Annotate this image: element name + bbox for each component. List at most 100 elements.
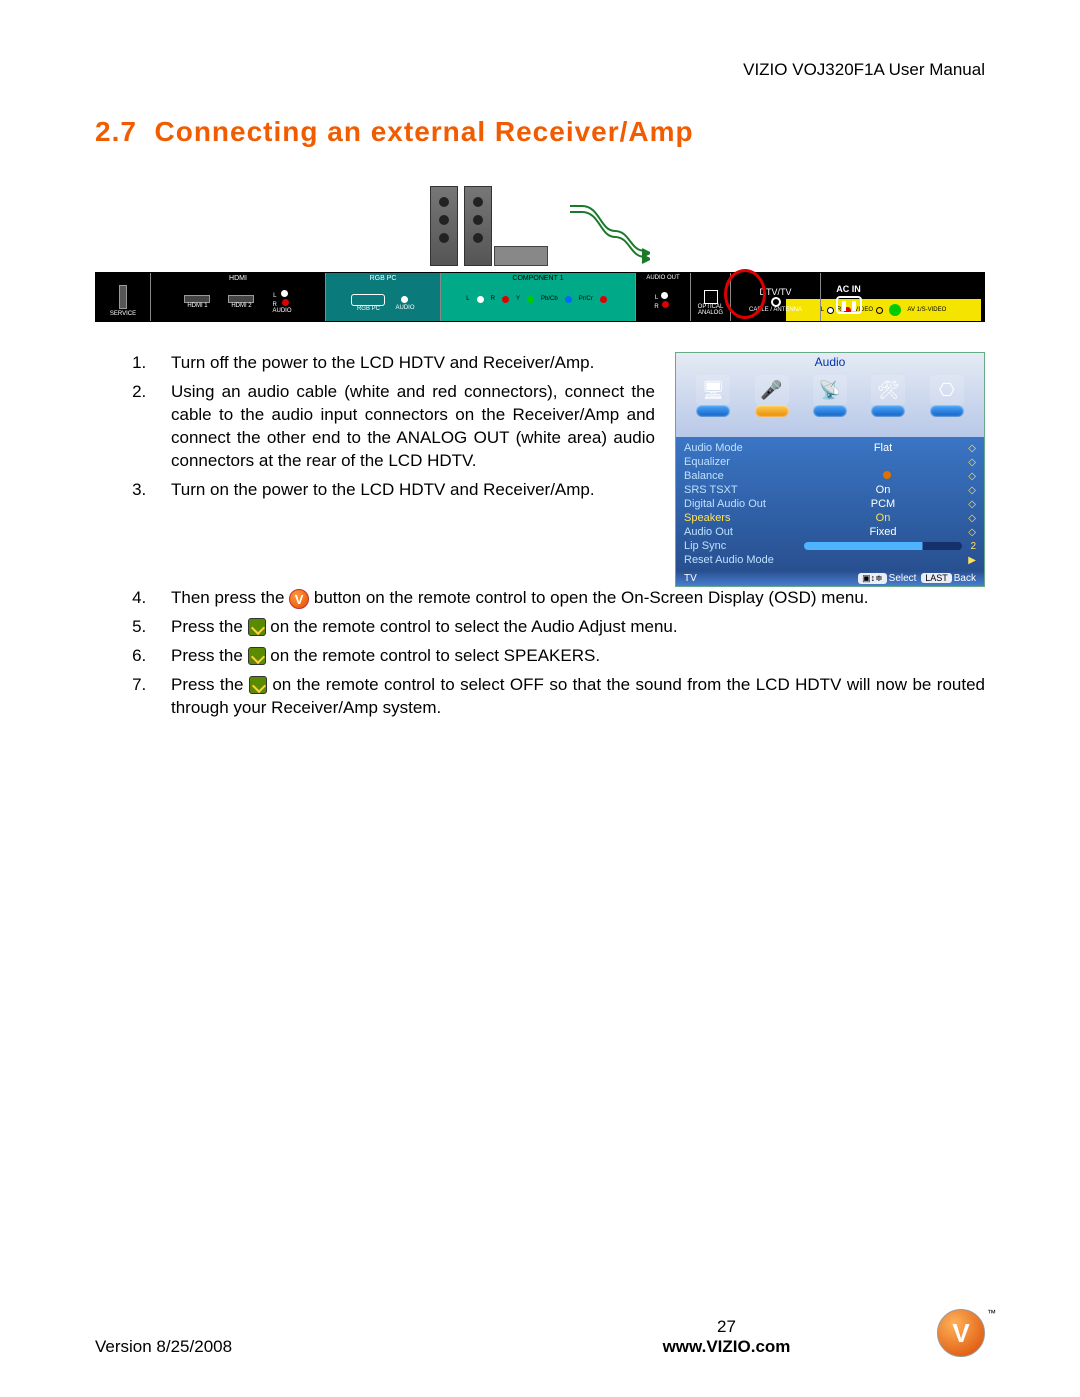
osd-row-label: Balance <box>684 470 804 482</box>
footer-page-number: 27 <box>516 1317 937 1337</box>
osd-row-indicator: ◇ <box>962 513 976 524</box>
rca-cable-icon <box>560 196 650 266</box>
osd-row-indicator: ◇ <box>962 457 976 468</box>
footer-version: Version 8/25/2008 <box>95 1337 516 1357</box>
osd-row-value: Flat <box>804 442 962 454</box>
lbl-comp-pr: Pr/Cr <box>579 296 593 302</box>
lbl-comp-r: R <box>491 296 495 302</box>
osd-tab-picture-icon: 🖥 <box>696 375 730 405</box>
osd-row-indicator: 2 <box>962 541 976 552</box>
lbl-comp-l: L <box>466 296 469 302</box>
osd-lipsync-slider <box>804 542 962 550</box>
step-7-text-a: Press the <box>171 675 249 694</box>
osd-row-label: SRS TSXT <box>684 484 804 496</box>
osd-row-value-highlight: On <box>804 512 962 524</box>
osd-row-label: Digital Audio Out <box>684 498 804 510</box>
osd-row-label: Audio Mode <box>684 442 804 454</box>
step-6-text-b: on the remote control to select SPEAKERS… <box>270 646 600 665</box>
osd-tab-parental-icon: ⎔ <box>930 375 964 405</box>
lbl-comp-y: Y <box>516 296 520 302</box>
step-5-text-b: on the remote control to select the Audi… <box>270 617 677 636</box>
label-av: AV 1/S-VIDEO <box>907 307 946 313</box>
label-service: SERVICE <box>110 311 136 317</box>
rear-port-panel: SERVICE HDMI HDMI 1 HDMI 2 L R AUDIO RGB… <box>95 272 985 322</box>
osd-row-indicator: ▶ <box>962 555 976 566</box>
osd-row-label: Equalizer <box>684 456 804 468</box>
lbl-ao-r: R <box>654 304 658 310</box>
osd-balance-bar <box>804 471 962 481</box>
osd-row-label: Lip Sync <box>684 540 804 552</box>
osd-pill <box>696 405 730 417</box>
footer-url: www.VIZIO.com <box>516 1337 937 1357</box>
manual-header: VIZIO VOJ320F1A User Manual <box>95 60 985 80</box>
speaker-right-icon <box>464 186 492 266</box>
osd-tab-channel-icon: 📡 <box>813 375 847 405</box>
remote-arrow-button-icon <box>249 676 267 694</box>
osd-tab-setup-icon: 🛠 <box>871 375 905 405</box>
vizio-menu-button-icon <box>289 589 309 609</box>
label-rgbpc2: RGB PC <box>357 306 380 312</box>
osd-row-value: PCM <box>804 498 962 510</box>
osd-pill-active <box>755 405 789 417</box>
osd-pill <box>871 405 905 417</box>
speaker-left-icon <box>430 186 458 266</box>
label-hdmi-audio: AUDIO <box>272 308 291 314</box>
port-audio-out-group: AUDIO OUT L R <box>636 273 691 321</box>
step-5: Press the on the remote control to selec… <box>151 616 985 639</box>
osd-pill <box>813 405 847 417</box>
osd-row-indicator: ◇ <box>962 471 976 482</box>
osd-row-value: On <box>804 484 962 496</box>
section-number: 2.7 <box>95 116 137 147</box>
osd-row-value: Fixed <box>804 526 962 538</box>
osd-chip-select: ▣↕≑ <box>858 573 887 584</box>
osd-row-label-highlight: Speakers <box>684 512 804 524</box>
osd-footer-left: TV <box>684 573 697 584</box>
osd-screenshot: Audio 🖥 🎤 📡 🛠 ⎔ Audio ModeFlat◇ Equalize… <box>675 352 985 587</box>
step-3: Turn on the power to the LCD HDTV and Re… <box>151 479 655 502</box>
step-6-text-a: Press the <box>171 646 248 665</box>
port-rgb-group: RGB PC RGB PC AUDIO <box>326 273 441 321</box>
step-1: Turn off the power to the LCD HDTV and R… <box>151 352 655 375</box>
osd-body: Audio ModeFlat◇ Equalizer◇ Balance◇ SRS … <box>676 437 984 571</box>
osd-row-indicator: ◇ <box>962 485 976 496</box>
port-ac-in: AC IN <box>821 273 876 321</box>
osd-pill <box>930 405 964 417</box>
speaker-illustration <box>95 166 985 266</box>
osd-footer-select: Select <box>889 573 917 584</box>
osd-row-indicator: ◇ <box>962 527 976 538</box>
port-hdmi-group: HDMI HDMI 1 HDMI 2 L R AUDIO <box>151 273 326 321</box>
label-audio-out: AUDIO OUT <box>636 275 690 281</box>
label-ac-in: AC IN <box>836 284 861 294</box>
step-7-text-b: on the remote control to select OFF so t… <box>171 675 985 717</box>
step-2: Using an audio cable (white and red conn… <box>151 381 655 473</box>
step-6: Press the on the remote control to selec… <box>151 645 985 668</box>
osd-footer-back: Back <box>954 573 976 584</box>
amplifier-icon <box>494 246 548 266</box>
highlight-circle-audio-out <box>724 269 766 319</box>
label-rgbpc: RGB PC <box>326 275 440 282</box>
osd-row-indicator: ◇ <box>962 499 976 510</box>
label-hdmi2: HDMI 2 <box>231 303 251 309</box>
remote-arrow-button-icon <box>248 618 266 636</box>
osd-chip-last: LAST <box>921 573 952 583</box>
osd-row-label: Audio Out <box>684 526 804 538</box>
vizio-logo-icon: ™ <box>937 1309 985 1357</box>
port-component-group: COMPONENT 1 L R Y Pb/Cb Pr/Cr L R VIDEO … <box>441 273 636 321</box>
remote-arrow-button-icon <box>248 647 266 665</box>
section-title: 2.7 Connecting an external Receiver/Amp <box>95 116 985 148</box>
label-component: COMPONENT 1 <box>441 275 635 282</box>
label-hdmi1: HDMI 1 <box>187 303 207 309</box>
port-service: SERVICE <box>96 273 151 321</box>
osd-row-label: Reset Audio Mode <box>684 554 804 566</box>
label-hdmi: HDMI <box>151 275 325 282</box>
step-5-text-a: Press the <box>171 617 248 636</box>
osd-title: Audio <box>676 353 984 369</box>
osd-tab-audio-icon: 🎤 <box>755 375 789 405</box>
step-4-text-a: Then press the <box>171 588 289 607</box>
step-4-text-b: button on the remote control to open the… <box>314 588 869 607</box>
step-4: Then press the button on the remote cont… <box>151 587 985 610</box>
lbl-comp-pb: Pb/Cb <box>541 296 558 302</box>
page-footer: Version 8/25/2008 27 www.VIZIO.com ™ <box>95 1309 985 1357</box>
osd-footer: TV ▣↕≑Select LASTBack <box>676 571 984 586</box>
step-7: Press the on the remote control to selec… <box>151 674 985 720</box>
